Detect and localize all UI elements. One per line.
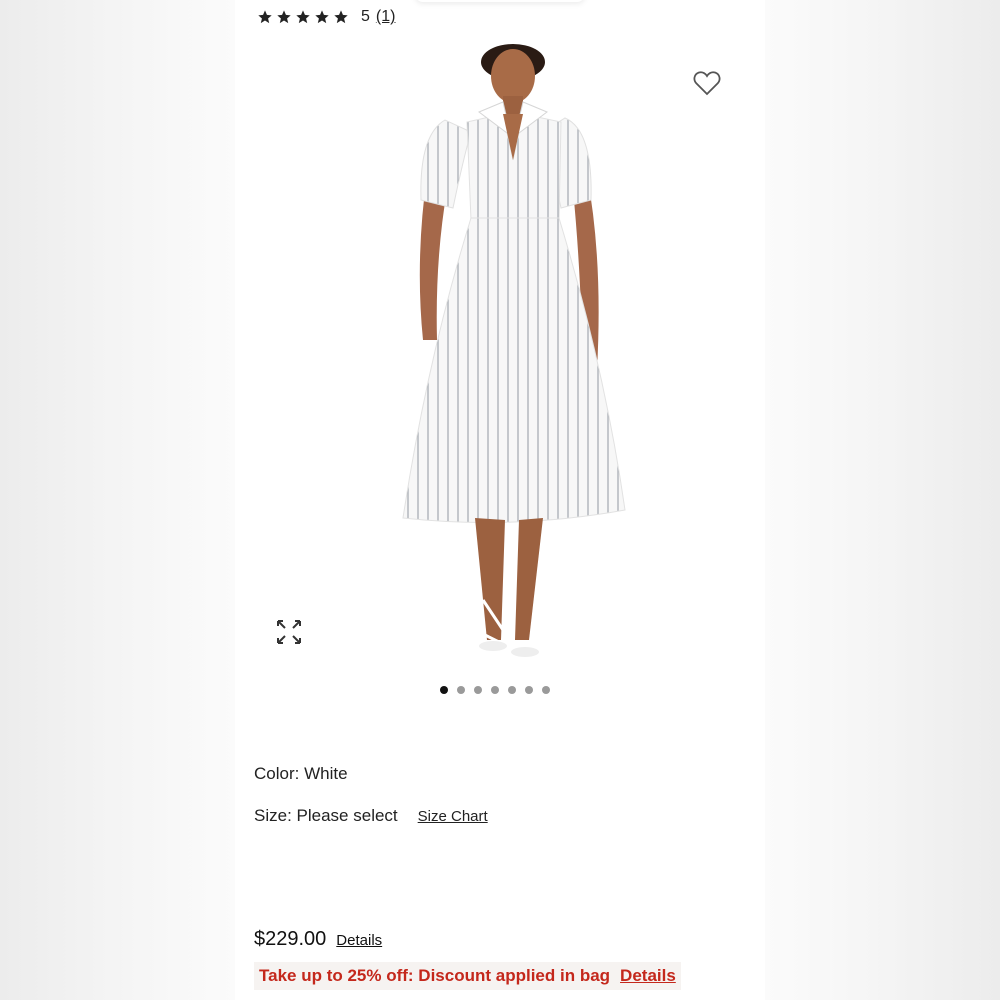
promo-details-link[interactable]: Details [620, 966, 676, 986]
carousel-dot[interactable] [457, 686, 465, 694]
carousel-dot[interactable] [440, 686, 448, 694]
carousel-dot[interactable] [491, 686, 499, 694]
size-value[interactable]: Please select [297, 806, 398, 826]
background-left [0, 0, 235, 1000]
star-icon [334, 10, 348, 24]
background-right [765, 0, 1000, 1000]
size-selection: Size: Please select Size Chart [254, 806, 488, 826]
promo-banner: Take up to 25% off: Discount applied in … [254, 962, 681, 990]
review-count-link[interactable]: (1) [376, 8, 396, 26]
size-chart-link[interactable]: Size Chart [418, 808, 488, 825]
top-tab-bar [415, 0, 585, 2]
promo-text: Take up to 25% off: Discount applied in … [259, 966, 611, 985]
star-icon [277, 10, 291, 24]
color-selection: Color: White [254, 764, 348, 784]
product-rating: 5 (1) [257, 8, 395, 26]
carousel-dot[interactable] [508, 686, 516, 694]
product-page: 5 (1) Color: White Size: Please select S… [235, 0, 765, 1000]
color-label: Color: [254, 764, 300, 783]
star-icon [258, 10, 272, 24]
size-label: Size: [254, 806, 292, 825]
star-icon [296, 10, 310, 24]
carousel-dot[interactable] [525, 686, 533, 694]
carousel-dot[interactable] [542, 686, 550, 694]
price-row: $229.00 Details [254, 928, 382, 951]
price: $229.00 [254, 928, 327, 950]
carousel-dots [440, 686, 550, 694]
star-icon [315, 10, 329, 24]
color-value: White [304, 764, 348, 783]
carousel-dot[interactable] [474, 686, 482, 694]
price-details-link[interactable]: Details [336, 932, 382, 949]
expand-icon[interactable] [275, 618, 303, 646]
rating-stars [257, 9, 349, 25]
rating-score: 5 [361, 8, 370, 25]
heart-icon[interactable] [693, 70, 721, 96]
product-image[interactable] [375, 40, 655, 670]
